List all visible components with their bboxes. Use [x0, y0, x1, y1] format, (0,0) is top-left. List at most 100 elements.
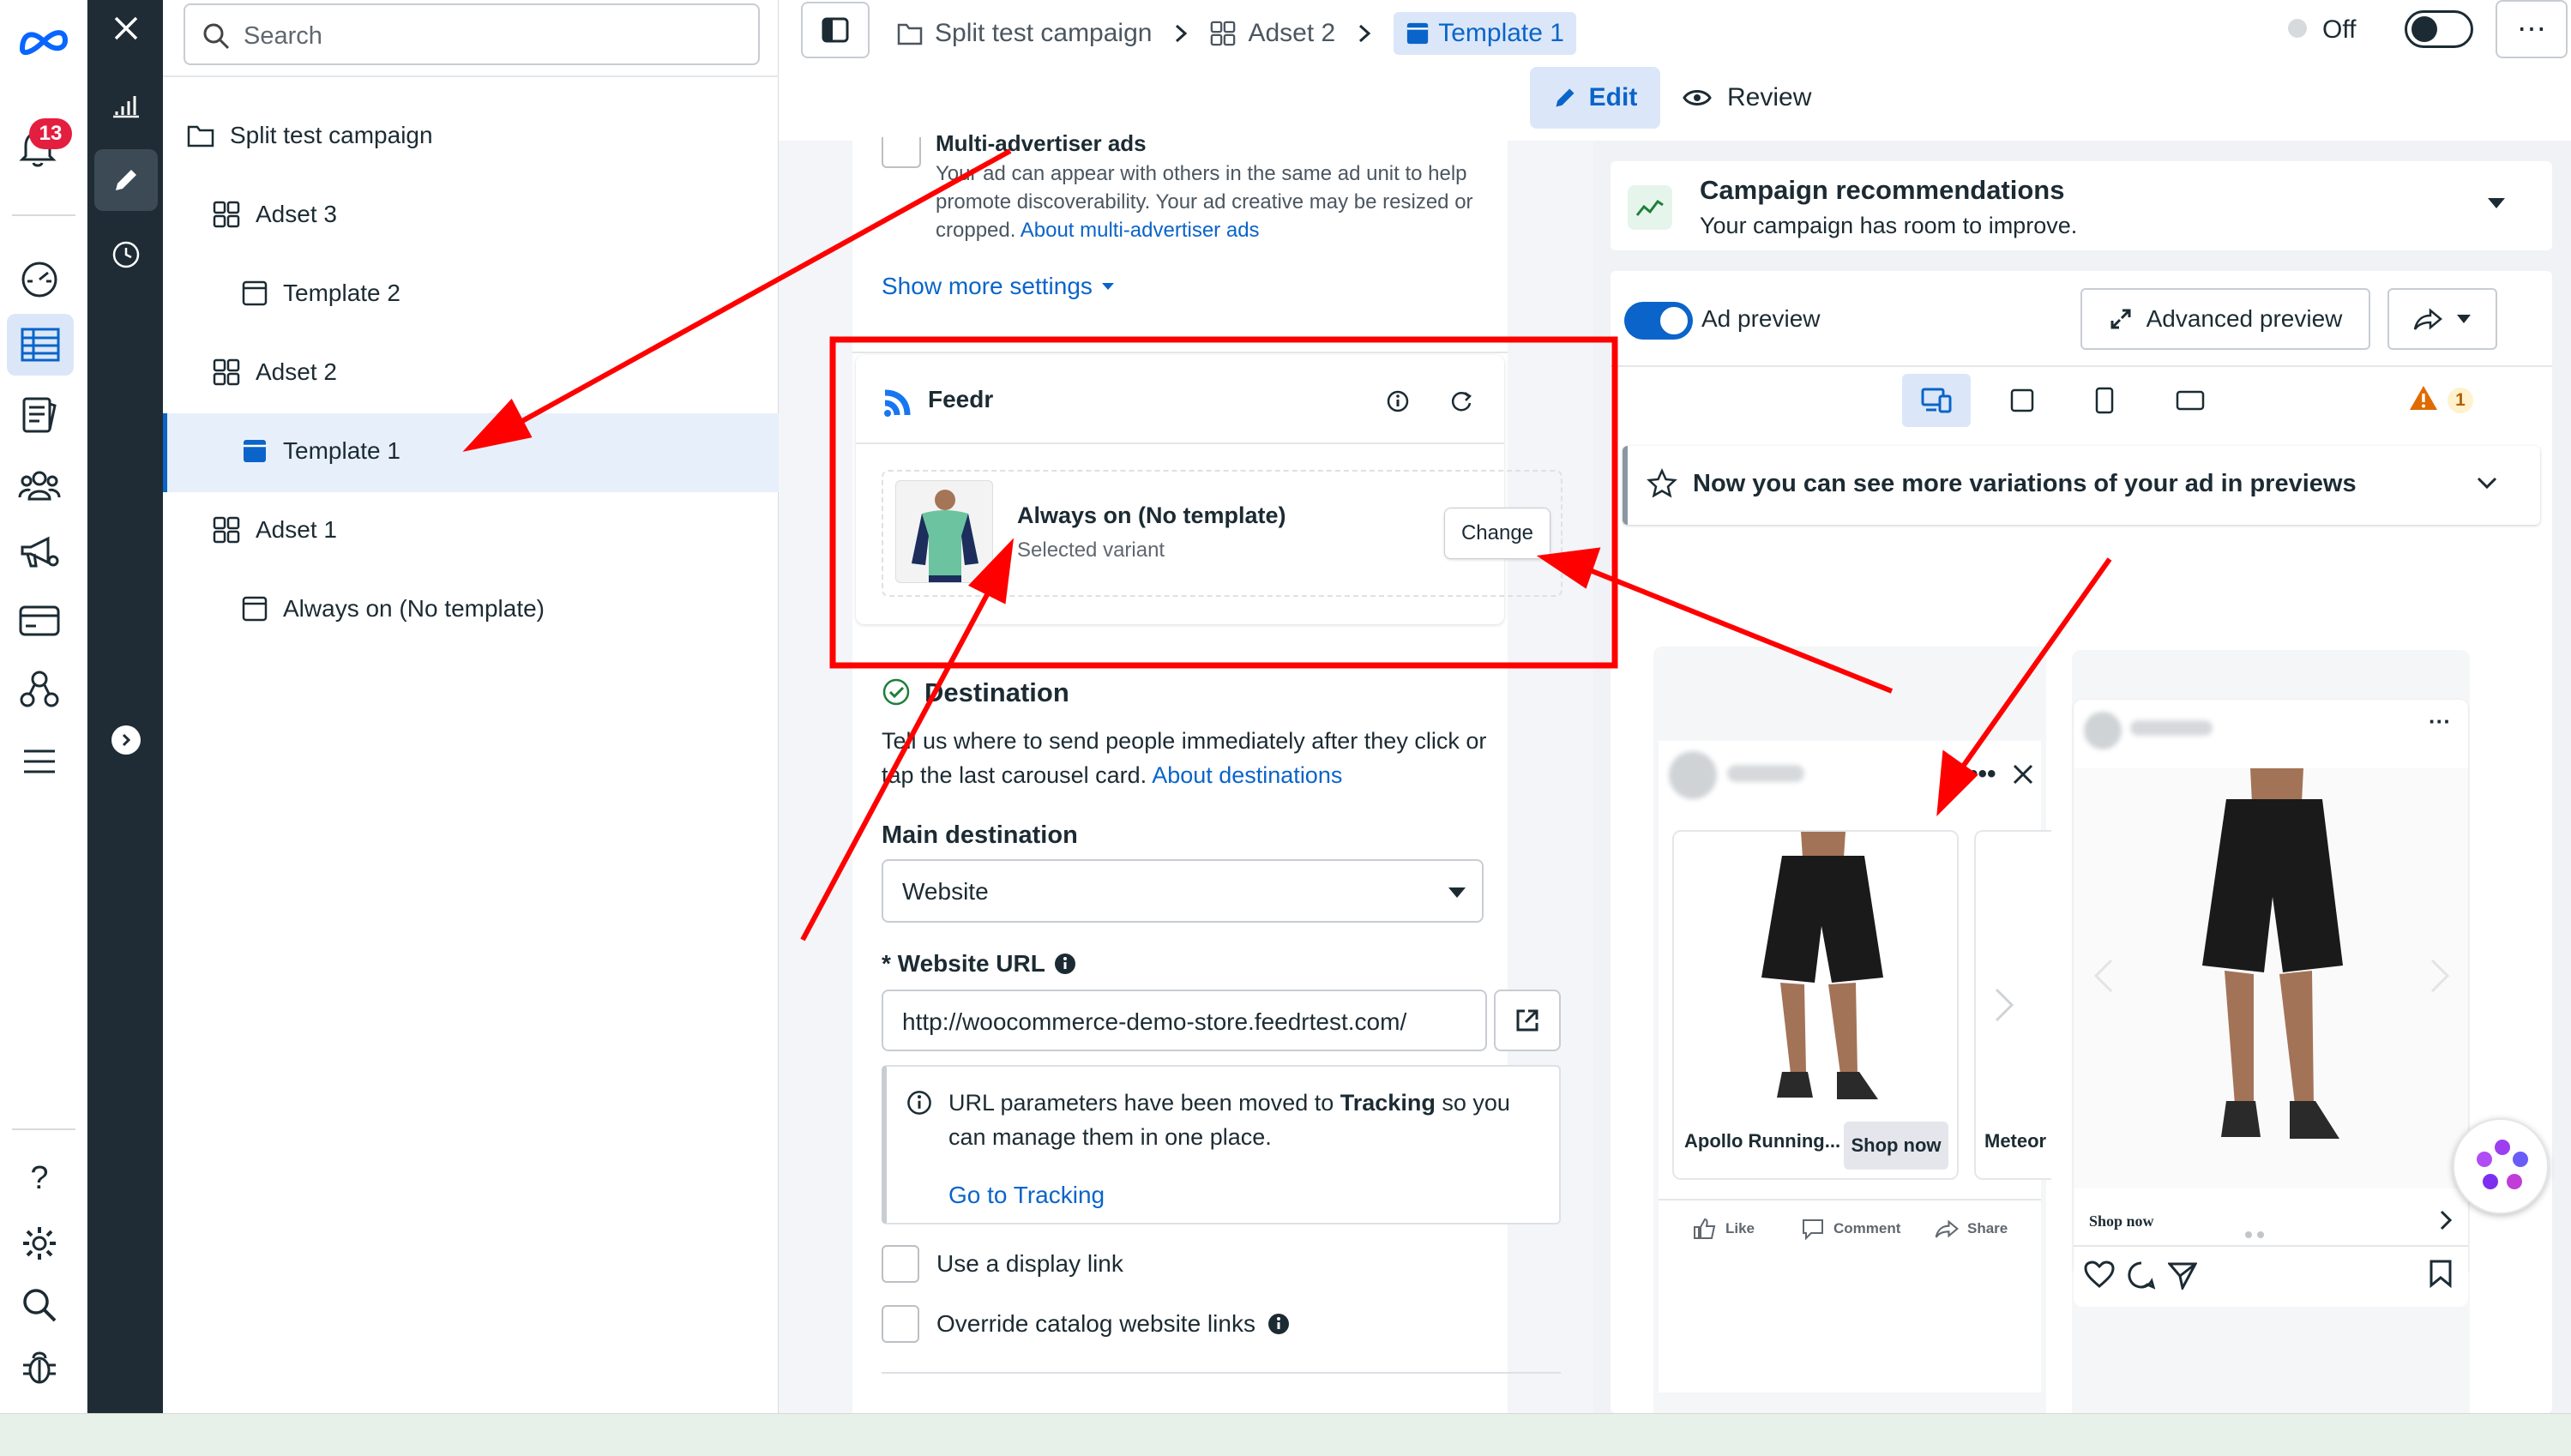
divider — [163, 75, 779, 77]
megaphone-icon[interactable] — [15, 530, 63, 575]
bug-icon[interactable] — [17, 1345, 62, 1389]
main-destination-select[interactable]: Website — [882, 859, 1484, 923]
override-links-checkbox[interactable] — [882, 1305, 919, 1343]
placement-desktop-mobile-button[interactable] — [1902, 374, 1971, 427]
breadcrumb-adset[interactable]: Adset 2 — [1248, 19, 1335, 48]
help-icon[interactable]: ? — [17, 1156, 62, 1200]
more-icon: ⋯ — [2517, 13, 2546, 45]
like-label: Like — [1725, 1220, 1755, 1236]
tree-item-label: Adset 2 — [256, 358, 337, 385]
description-line: cropped. — [936, 219, 1016, 242]
catalog-icon[interactable] — [17, 393, 62, 437]
audiences-icon[interactable] — [15, 463, 63, 508]
ads-manager-table-icon[interactable] — [7, 314, 74, 376]
business-assets-icon[interactable] — [15, 665, 63, 713]
carousel-card-next[interactable]: Meteor — [1974, 830, 2051, 1180]
recommendations-title: Campaign recommendations — [1700, 175, 2065, 205]
multi-advertiser-description: Your ad can appear with others in the sa… — [936, 159, 1473, 244]
like-action[interactable]: Like — [1693, 1218, 1755, 1240]
info-filled-icon — [1054, 954, 1075, 974]
ad-editor-panel: Multi-advertiser ads Your ad can appear … — [779, 132, 1593, 1413]
placement-landscape-button[interactable] — [2165, 374, 2216, 427]
tree-item-adset[interactable]: Adset 1 — [213, 516, 337, 544]
instagram-cta[interactable]: Shop now — [2089, 1212, 2154, 1230]
about-destinations-link[interactable]: About destinations — [1152, 762, 1342, 788]
more-icon[interactable]: ··· — [2429, 708, 2451, 735]
settings-gear-icon[interactable] — [17, 1221, 62, 1266]
history-clock-icon[interactable] — [105, 233, 148, 276]
advertiser-avatar — [1669, 751, 1717, 799]
advanced-preview-button[interactable]: Advanced preview — [2080, 288, 2370, 350]
ai-assistant-button[interactable] — [2453, 1118, 2549, 1214]
breadcrumb-ad-current[interactable]: Template 1 — [1394, 12, 1576, 55]
tree-item-adset[interactable]: Adset 2 — [213, 358, 337, 386]
star-icon — [1647, 468, 1677, 498]
open-url-button[interactable] — [1494, 990, 1561, 1051]
tree-item-ad-selected[interactable]: Template 1 — [242, 437, 400, 465]
display-link-checkbox[interactable] — [882, 1245, 919, 1283]
external-link-icon — [1516, 1009, 1538, 1032]
billing-card-icon[interactable] — [15, 599, 63, 643]
tree-item-adset[interactable]: Adset 3 — [213, 201, 337, 228]
tree-item-ad[interactable]: Template 2 — [242, 280, 400, 307]
close-icon[interactable] — [105, 7, 148, 50]
close-icon[interactable] — [2012, 763, 2034, 785]
share-action[interactable]: Share — [1935, 1218, 2008, 1240]
placement-square-button[interactable] — [1996, 374, 2048, 427]
website-url-input[interactable]: http://woocommerce-demo-store.feedrtest.… — [882, 990, 1487, 1051]
send-icon[interactable] — [2168, 1260, 2197, 1290]
delivery-toggle[interactable] — [2405, 10, 2473, 48]
more-icon[interactable]: ••• — [1969, 760, 1996, 789]
gauge-icon[interactable] — [17, 257, 62, 302]
reporting-chart-icon[interactable] — [105, 84, 148, 127]
meta-logo[interactable] — [14, 17, 74, 65]
warning-icon[interactable] — [2408, 384, 2439, 412]
edit-mode-tab[interactable]: Edit — [1530, 67, 1660, 129]
tree-item-ad[interactable]: Always on (No template) — [242, 595, 545, 623]
feedr-card: Feedr Always on (No template) Selected v… — [856, 355, 1562, 624]
divider — [852, 352, 1508, 353]
multi-advertiser-link[interactable]: About multi-advertiser ads — [1021, 219, 1260, 242]
more-options-button[interactable]: ⋯ — [2496, 0, 2568, 58]
pencil-icon — [1556, 88, 1575, 107]
shop-now-button[interactable]: Shop now — [1844, 1122, 1948, 1170]
website-url-value: http://woocommerce-demo-store.feedrtest.… — [902, 1008, 1407, 1035]
toggle-panel-button[interactable] — [801, 2, 870, 58]
search-icon[interactable] — [17, 1283, 62, 1327]
variations-banner[interactable]: Now you can see more variations of your … — [1623, 446, 2540, 525]
breadcrumb-ad-label: Template 1 — [1438, 19, 1564, 47]
placement-vertical-button[interactable] — [2079, 374, 2130, 427]
instagram-ad-post: ··· Shop now — [2074, 700, 2468, 1276]
comment-bubble-icon[interactable] — [2127, 1260, 2156, 1290]
heart-icon[interactable] — [2084, 1260, 2115, 1288]
variant-title: Always on (No template) — [1017, 502, 1286, 528]
expand-chevron-icon[interactable] — [111, 725, 141, 755]
recommendations-card[interactable]: Campaign recommendations Your campaign h… — [1611, 161, 2552, 250]
ad-preview-label: Ad preview — [1701, 305, 1821, 332]
caret-down-icon — [1448, 887, 1466, 898]
comment-action[interactable]: Comment — [1801, 1218, 1900, 1240]
edit-pencil-icon[interactable] — [94, 149, 158, 211]
breadcrumb-campaign[interactable]: Split test campaign — [935, 19, 1152, 48]
search-input[interactable]: Search — [184, 3, 760, 65]
tracking-notice: URL parameters have been moved to Tracki… — [882, 1065, 1561, 1224]
bookmark-icon[interactable] — [2429, 1259, 2453, 1288]
tree-item-campaign[interactable]: Split test campaign — [187, 122, 433, 149]
info-filled-icon — [1267, 1314, 1289, 1334]
destination-description: Tell us where to send people immediately… — [882, 724, 1486, 792]
divider — [1611, 365, 2552, 367]
multi-advertiser-checkbox[interactable] — [882, 137, 921, 168]
change-variant-button[interactable]: Change — [1444, 508, 1550, 559]
share-preview-button[interactable] — [2387, 288, 2497, 350]
ad-preview-toggle[interactable] — [1624, 302, 1693, 340]
advanced-preview-label: Advanced preview — [2146, 305, 2343, 332]
share-label: Share — [1967, 1220, 2008, 1236]
go-to-tracking-link[interactable]: Go to Tracking — [948, 1182, 1105, 1209]
folder-icon — [187, 125, 214, 147]
carousel-card[interactable]: Apollo Running... Shop now — [1672, 830, 1959, 1180]
facebook-ad-post: ••• Apollo Running... Shop now Meteor Li… — [1659, 741, 2051, 1393]
show-more-settings-link[interactable]: Show more settings — [882, 273, 1115, 300]
menu-icon[interactable] — [15, 739, 63, 784]
review-mode-tab[interactable]: Review — [1683, 67, 1837, 129]
chevron-right-icon[interactable] — [2439, 1209, 2453, 1231]
